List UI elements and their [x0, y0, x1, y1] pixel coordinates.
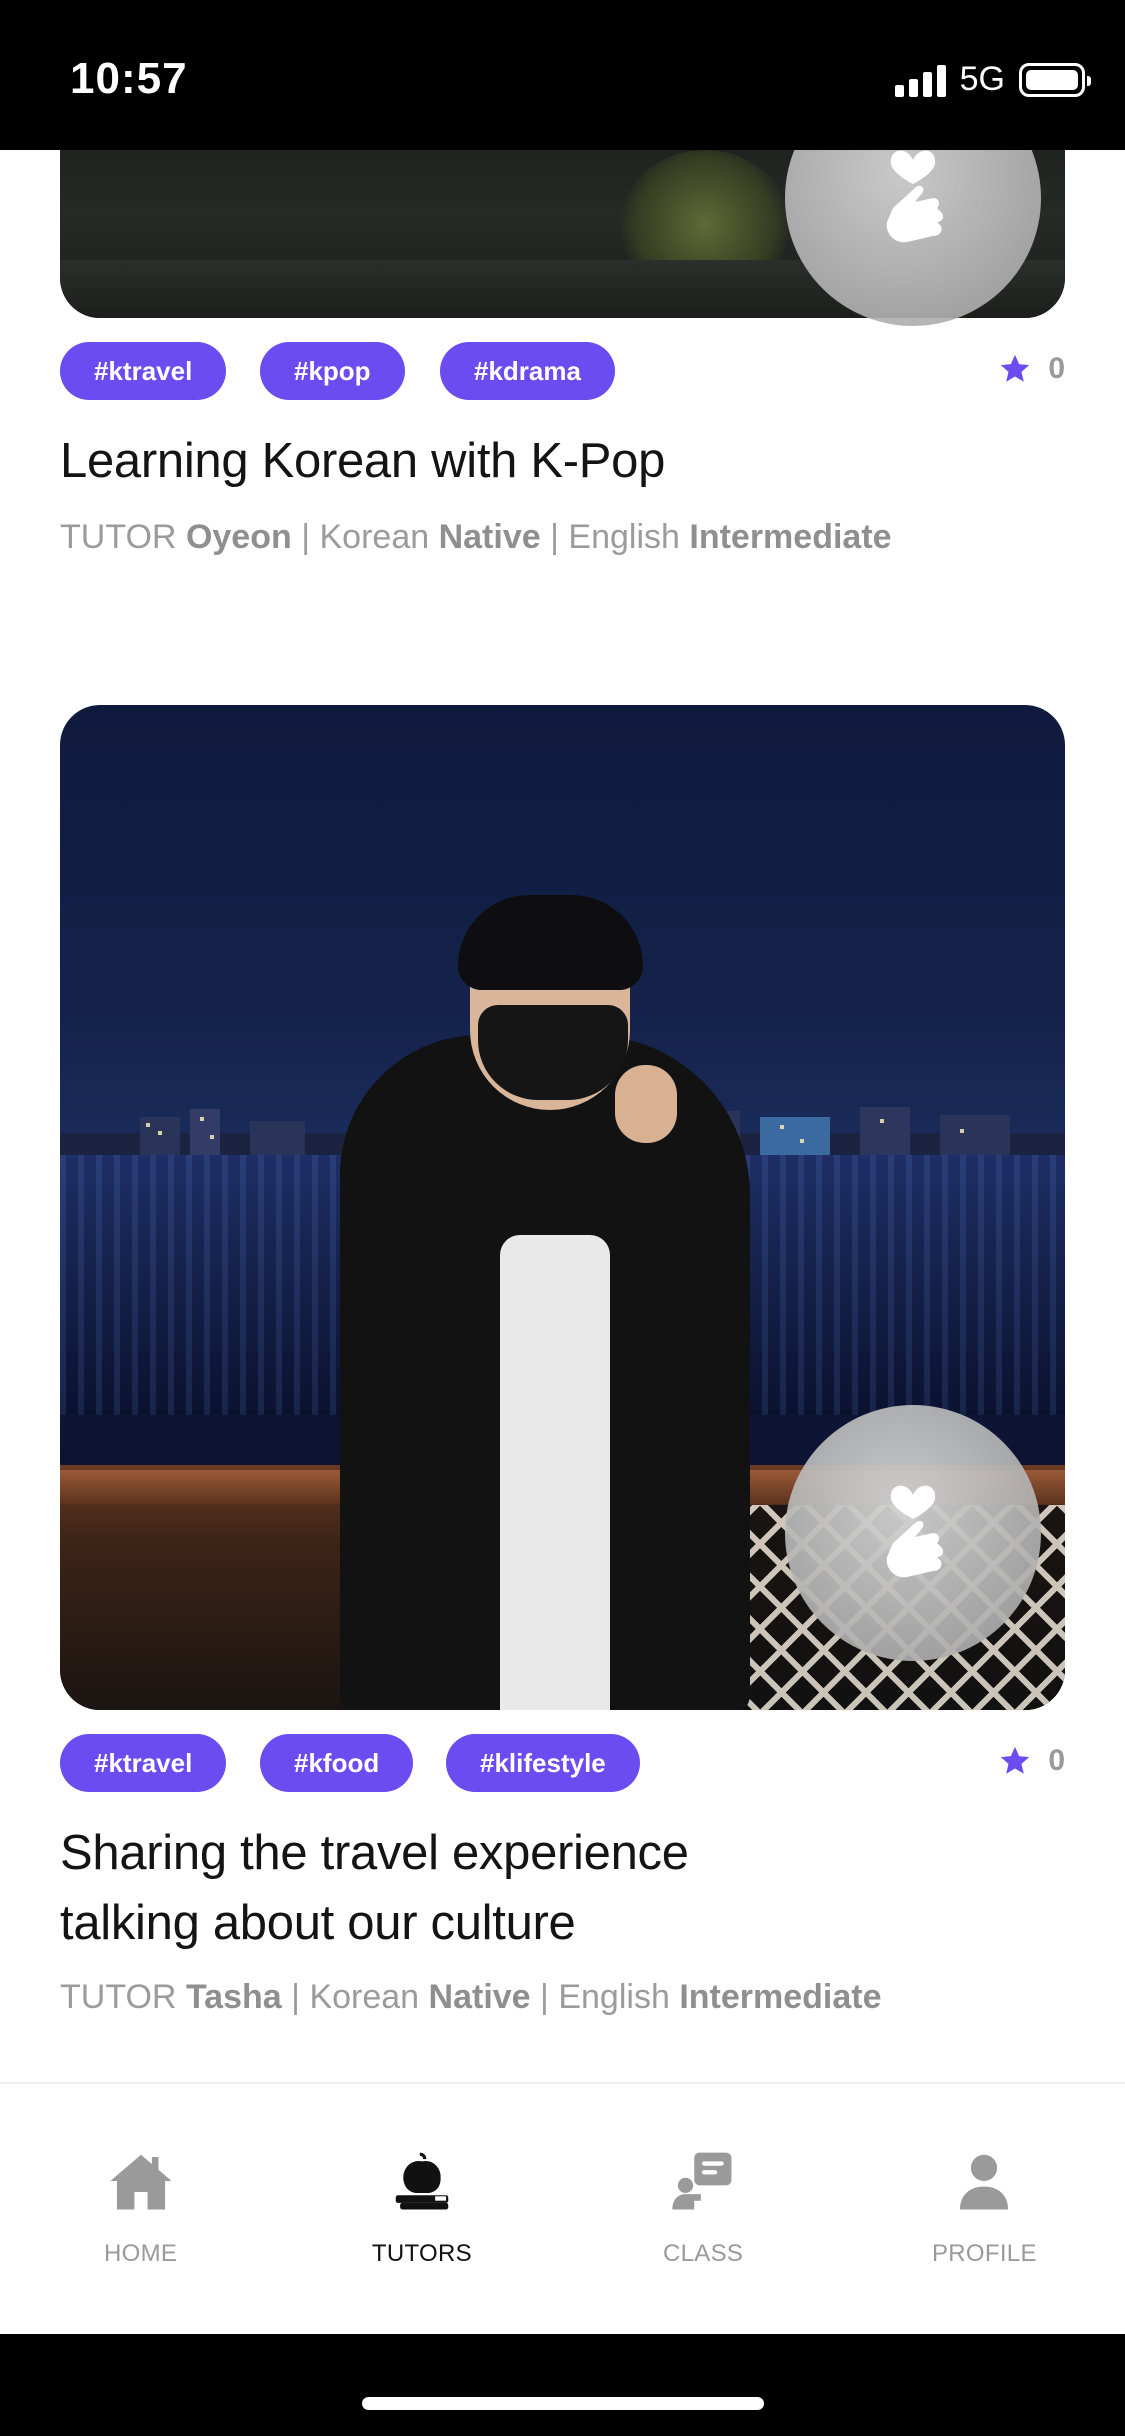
- tab-label: TUTORS: [371, 2240, 472, 2267]
- tutor-icon: [395, 2152, 449, 2210]
- status-indicators: 5G: [894, 60, 1091, 99]
- status-bar: 10:57 5G: [0, 0, 1125, 150]
- tutor-feed[interactable]: #ktravel #kpop #kdrama 0 Learning Korean…: [0, 150, 1125, 2082]
- profile-icon: [960, 2154, 1009, 2210]
- tab-class[interactable]: CLASS: [563, 2084, 844, 2334]
- language-level: Native: [428, 1978, 531, 2016]
- battery-icon: [1019, 62, 1091, 97]
- separator: |: [550, 518, 559, 556]
- language-level: Intermediate: [689, 518, 892, 556]
- language-label: English: [568, 518, 680, 556]
- tab-home[interactable]: HOME: [0, 2084, 281, 2334]
- finger-heart-like-button[interactable]: [785, 1405, 1041, 1661]
- card-title[interactable]: Learning Korean with K-Pop: [60, 426, 1060, 496]
- separator: |: [291, 1978, 300, 2016]
- tutor-label: TUTOR: [60, 1978, 177, 2016]
- card-title-line: Learning Korean with K-Pop: [60, 434, 666, 488]
- tag-chip[interactable]: #ktravel: [60, 342, 227, 400]
- language-label: Korean: [319, 518, 430, 556]
- home-indicator[interactable]: [362, 2397, 764, 2410]
- tag-chip[interactable]: #kdrama: [440, 342, 615, 400]
- tab-tutors[interactable]: TUTORS: [281, 2084, 562, 2334]
- tutor-label: TUTOR: [60, 518, 177, 556]
- finger-heart-icon: [886, 1485, 944, 1578]
- status-time: 10:57: [70, 54, 188, 103]
- separator: |: [301, 518, 311, 556]
- language-label: Korean: [309, 1978, 420, 2016]
- tab-label: PROFILE: [931, 2240, 1037, 2267]
- person-mask: [478, 1005, 628, 1100]
- language-level: Intermediate: [679, 1978, 882, 2016]
- card-title-line: talking about our culture: [60, 1896, 576, 1950]
- bottom-tab-bar: HOME TUTORS CLASS PROFILE: [0, 2082, 1125, 2334]
- home-bar-area: [0, 2334, 1125, 2436]
- home-icon: [110, 2154, 172, 2210]
- finger-heart-icon: [886, 150, 944, 243]
- person-shirt: [500, 1235, 610, 1710]
- language-label: English: [558, 1978, 670, 2016]
- tag-chip[interactable]: #klifestyle: [446, 1734, 640, 1792]
- tag-chip[interactable]: #ktravel: [60, 1734, 227, 1792]
- language-level: Native: [438, 518, 541, 556]
- tutor-info: TUTOR Tasha | Korean Native | English In…: [60, 1978, 1070, 2017]
- separator: |: [540, 1978, 549, 2016]
- card-title-line: Sharing the travel experience: [60, 1826, 689, 1880]
- person-hair: [458, 895, 643, 990]
- person-hand: [615, 1065, 677, 1143]
- tab-profile[interactable]: PROFILE: [844, 2084, 1125, 2334]
- rating-value: 0: [1048, 1744, 1065, 1777]
- tutor-name: Tasha: [185, 1978, 282, 2016]
- rating-value: 0: [1048, 352, 1065, 385]
- card-title[interactable]: Sharing the travel experience talking ab…: [60, 1818, 1060, 1958]
- class-icon: [672, 2152, 732, 2210]
- tab-label: CLASS: [663, 2240, 744, 2267]
- tutor-info: TUTOR Oyeon | Korean Native | English In…: [60, 518, 1070, 557]
- rating: 0: [998, 1744, 1065, 1778]
- tutor-name: Oyeon: [185, 518, 292, 556]
- star-icon: [1001, 354, 1030, 382]
- tag-chip[interactable]: #kfood: [260, 1734, 414, 1792]
- tab-label: HOME: [104, 2240, 178, 2267]
- tag-chip[interactable]: #kpop: [260, 342, 405, 400]
- signal-icon: [894, 63, 946, 97]
- network-type: 5G: [959, 60, 1005, 98]
- rating: 0: [998, 352, 1065, 386]
- star-icon: [1001, 1746, 1030, 1774]
